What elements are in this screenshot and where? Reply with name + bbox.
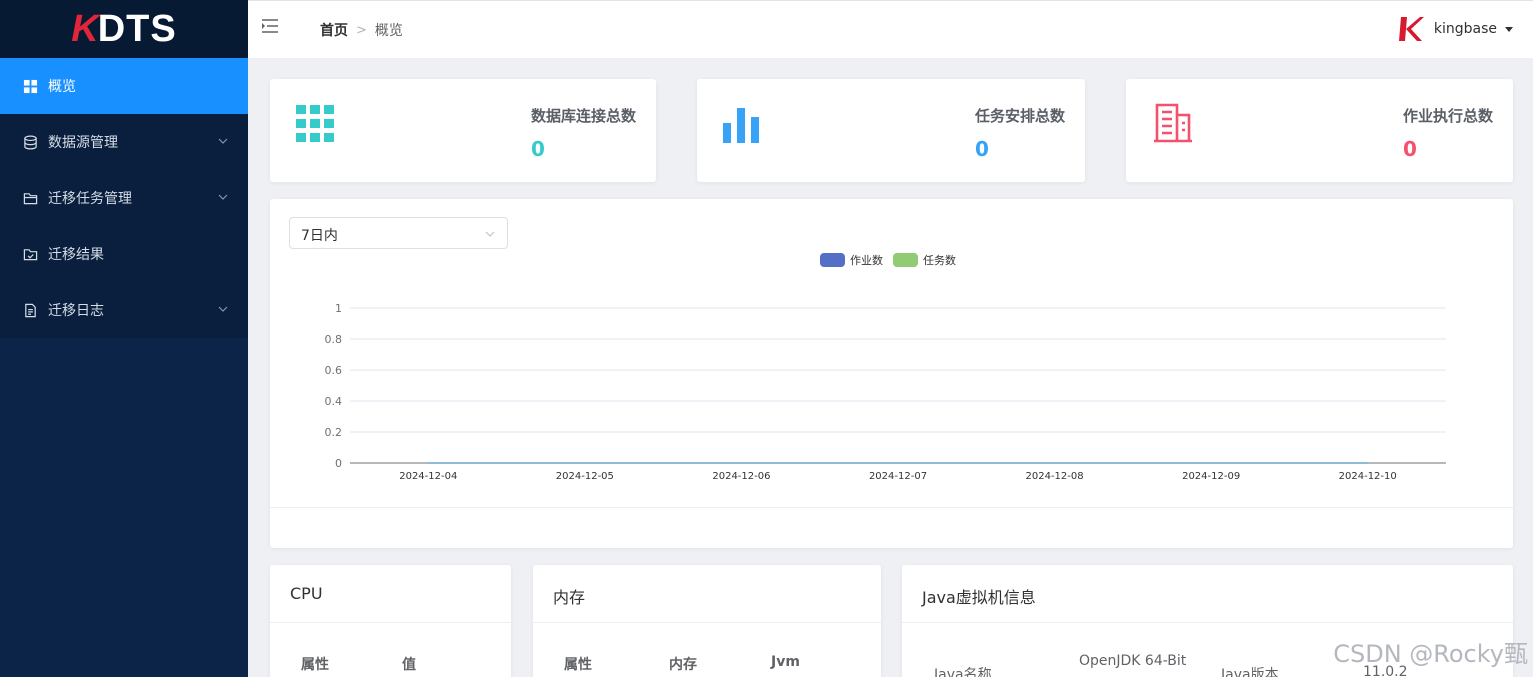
java-version-label: Java版本 <box>1221 667 1279 677</box>
chevron-down-icon <box>218 194 228 200</box>
y-tick-label: 0 <box>335 457 342 470</box>
y-tick-label: 0.6 <box>325 364 343 377</box>
sidebar-item-label: 迁移结果 <box>48 247 104 263</box>
breadcrumb-separator: > <box>356 22 367 38</box>
stat-label: 任务安排总数 <box>974 107 1065 125</box>
building-icon <box>1154 103 1192 143</box>
grid-tiles-icon <box>296 105 334 142</box>
user-name: kingbase <box>1433 21 1497 37</box>
y-tick-label: 0.2 <box>325 426 343 439</box>
stat-value: 0 <box>531 137 545 161</box>
y-tick-label: 0.8 <box>325 333 343 346</box>
sidebar-item-datasource[interactable]: 数据源管理 <box>0 114 248 170</box>
stat-card-db-connections[interactable]: 数据库连接总数 0 <box>270 79 656 182</box>
chevron-down-icon <box>218 138 228 144</box>
x-tick-label: 2024-12-10 <box>1339 471 1397 482</box>
x-tick-label: 2024-12-05 <box>556 471 614 482</box>
table-header-property: 属性 <box>564 657 592 673</box>
sidebar-item-label: 迁移任务管理 <box>48 191 132 207</box>
panel-divider <box>533 622 881 623</box>
sidebar-item-label: 数据源管理 <box>48 135 118 151</box>
table-header-property: 属性 <box>301 657 329 673</box>
checkbox-icon <box>22 246 38 262</box>
chart-footer-divider <box>270 507 1513 508</box>
trend-chart-card: 7日内 作业数 任务数 0 0.2 0.4 0.6 0.8 1 2024-12-04 2024… <box>270 199 1513 548</box>
cpu-panel: CPU 属性 值 <box>270 565 511 677</box>
x-tick-label: 2024-12-07 <box>869 471 927 482</box>
table-header-memory: 内存 <box>669 657 697 673</box>
y-tick-label: 0.4 <box>325 395 343 408</box>
table-header-jvm: Jvm <box>771 654 800 670</box>
stat-value: 0 <box>975 137 989 161</box>
bar-chart-icon <box>723 108 759 143</box>
logo-text: DTS <box>97 7 177 50</box>
logo-k: K <box>71 7 100 50</box>
y-tick-label: 1 <box>335 302 342 315</box>
java-name-label: Java名称 <box>934 667 992 677</box>
breadcrumb: 首页 > 概览 <box>320 20 403 40</box>
breadcrumb-home[interactable]: 首页 <box>320 20 348 40</box>
document-icon <box>22 302 38 318</box>
x-tick-label: 2024-12-04 <box>399 471 457 482</box>
sidebar-item-migration-tasks[interactable]: 迁移任务管理 <box>0 170 248 226</box>
user-menu[interactable]: kingbase <box>1398 15 1513 43</box>
sidebar: K DTS 概览 数据源管理 迁移任务管理 迁移结果 迁移日志 <box>0 0 248 677</box>
chevron-down-icon <box>218 306 228 312</box>
app-logo[interactable]: K DTS <box>0 0 248 58</box>
database-icon <box>22 134 38 150</box>
panel-title: Java虚拟机信息 <box>922 588 1036 607</box>
panel-divider <box>270 622 511 623</box>
sidebar-menu: 概览 数据源管理 迁移任务管理 迁移结果 迁移日志 <box>0 58 248 338</box>
stat-label: 作业执行总数 <box>1402 107 1493 125</box>
grid-icon <box>22 78 38 94</box>
x-tick-label: 2024-12-08 <box>1026 471 1084 482</box>
line-chart: 0 0.2 0.4 0.6 0.8 1 2024-12-04 2024-12-05 2024-1… <box>325 302 1446 482</box>
breadcrumb-current: 概览 <box>374 23 403 39</box>
kingbase-logo-icon <box>1398 17 1424 41</box>
sidebar-item-migration-results[interactable]: 迁移结果 <box>0 226 248 282</box>
top-header: 首页 > 概览 kingbase <box>248 0 1533 58</box>
sidebar-empty-area <box>0 338 248 677</box>
sidebar-item-label: 概览 <box>48 79 76 95</box>
sidebar-item-overview[interactable]: 概览 <box>0 58 248 114</box>
menu-fold-icon[interactable] <box>261 18 279 34</box>
caret-down-icon <box>1505 26 1513 32</box>
sidebar-item-label: 迁移日志 <box>48 303 104 319</box>
watermark: CSDN @Rocky甄 <box>1333 640 1528 668</box>
panel-divider <box>902 622 1513 623</box>
memory-panel: 内存 属性 内存 Jvm <box>533 565 881 677</box>
x-tick-label: 2024-12-09 <box>1182 471 1240 482</box>
stat-label: 数据库连接总数 <box>530 107 636 125</box>
sidebar-item-migration-logs[interactable]: 迁移日志 <box>0 282 248 338</box>
stat-card-task-schedules[interactable]: 任务安排总数 0 <box>697 79 1085 182</box>
table-header-value: 值 <box>402 657 416 673</box>
folder-icon <box>22 190 38 206</box>
stat-card-job-executions[interactable]: 作业执行总数 0 <box>1126 79 1513 182</box>
x-tick-label: 2024-12-06 <box>712 471 770 482</box>
panel-title: CPU <box>290 584 323 603</box>
panel-title: 内存 <box>553 588 586 607</box>
java-name-value: OpenJDK 64-Bit <box>1079 653 1187 669</box>
stat-value: 0 <box>1403 137 1417 161</box>
